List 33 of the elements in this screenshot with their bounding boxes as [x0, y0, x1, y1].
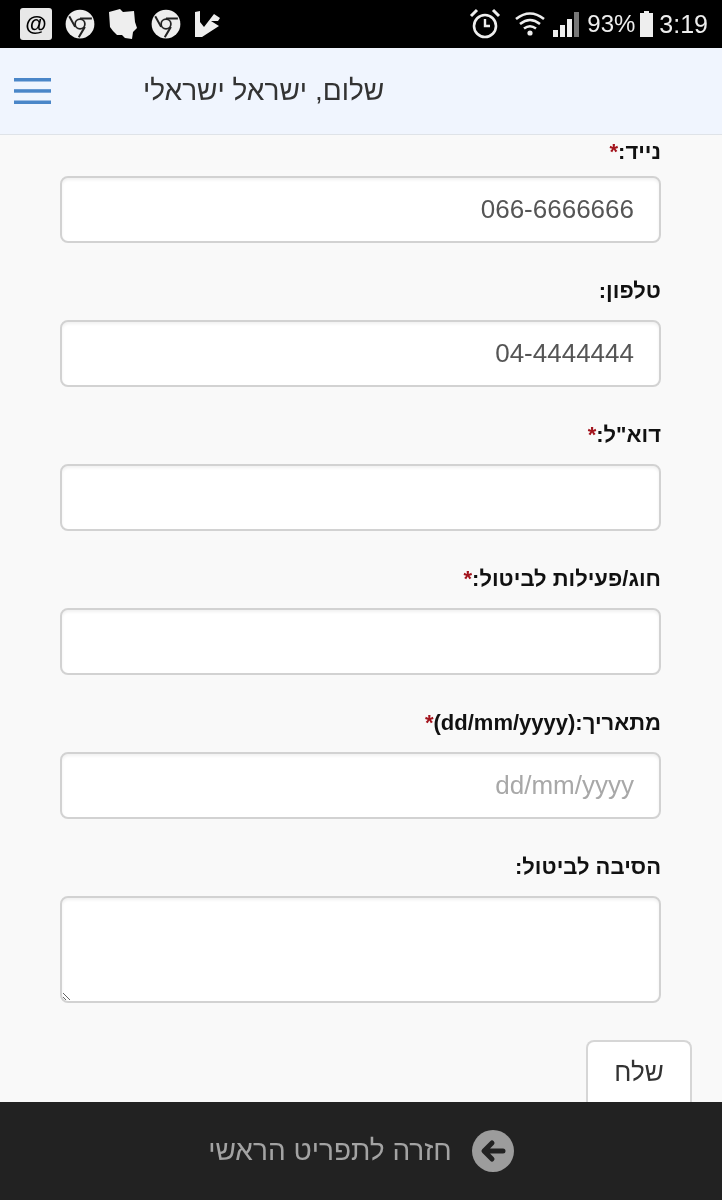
document-icon: [108, 8, 138, 40]
required-mark: *: [463, 565, 473, 593]
required-mark: *: [609, 138, 619, 166]
field-label: מתאריך:(dd/mm/yyyy): [433, 709, 661, 737]
input-field[interactable]: [60, 464, 661, 531]
input-field[interactable]: [60, 608, 661, 675]
aperture-icon: [151, 9, 181, 39]
field-label: טלפון:: [598, 277, 661, 305]
battery-icon: [640, 11, 654, 37]
menu-icon: [14, 78, 51, 104]
checkmark-icon: [194, 10, 221, 38]
field-label: דוא"ל:: [596, 421, 661, 449]
field-label: נייד:: [618, 138, 661, 166]
text-area[interactable]: [60, 896, 661, 1003]
signal-icon: [553, 11, 582, 37]
arrow-left-circle-icon: [471, 1130, 514, 1172]
notification-badge: @: [20, 8, 52, 40]
required-mark: *: [587, 421, 597, 449]
battery-percentage: 93%: [587, 9, 636, 39]
menu-button[interactable]: [14, 77, 51, 105]
input-field[interactable]: 066-6666666: [60, 176, 661, 243]
input-field[interactable]: 04-4444444: [60, 320, 661, 387]
alarm-clock-icon: [469, 8, 502, 40]
input-field[interactable]: dd/mm/yyyy: [60, 752, 661, 819]
greeting-title: שלום, ישראל ישראלי: [143, 74, 385, 108]
field-label: חוג/פעילות לביטול:: [472, 565, 661, 593]
wifi-icon: [515, 12, 546, 36]
back-to-menu-button[interactable]: חזרה לתפריט הראשי: [208, 1130, 514, 1172]
aperture-icon: [65, 9, 95, 39]
field-label: הסיבה לביטול:: [514, 853, 661, 881]
submit-button[interactable]: שלח: [586, 1040, 692, 1102]
clock-time: 3:19: [659, 9, 708, 39]
required-mark: *: [424, 709, 434, 737]
